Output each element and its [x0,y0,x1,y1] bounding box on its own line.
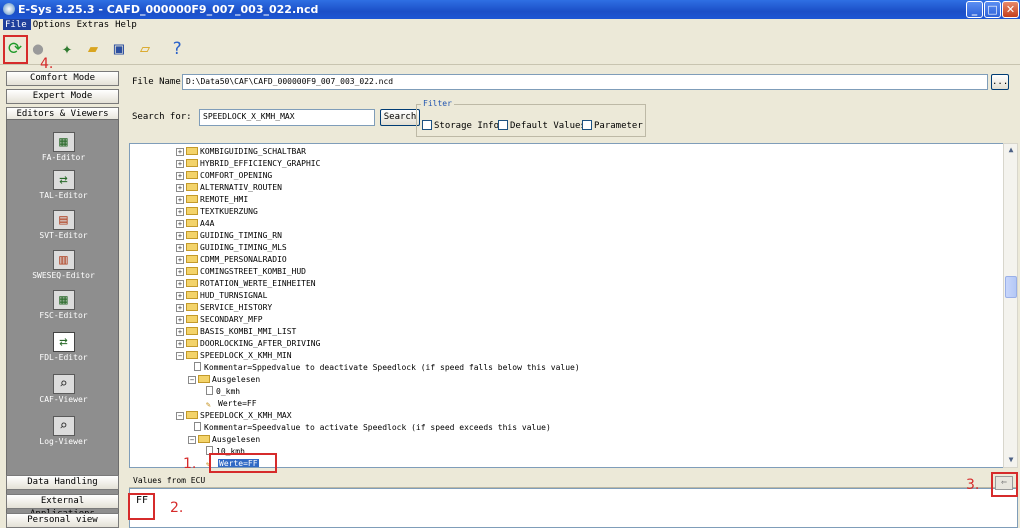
annotation-box-4 [3,35,28,64]
tree-node[interactable]: + SERVICE_HISTORY [176,302,272,314]
pencil-icon: ✎ [206,400,211,409]
scroll-down-icon[interactable]: ▼ [1005,455,1017,467]
document-icon [206,386,213,395]
fa-editor-button[interactable]: ▦ FA-Editor [7,132,120,162]
annotation-label-3: 3. [966,477,980,493]
tree-node[interactable]: + KOMBIGUIDING_SCHALTBAR [176,146,306,158]
file-name-field[interactable]: D:\Data50\CAF\CAFD_000000F9_007_003_022.… [182,74,988,90]
tree-node-speedlock-min[interactable]: − SPEEDLOCK_X_KMH_MIN [176,350,292,362]
flow-icon: ⇄ [52,332,75,352]
browse-button[interactable]: ... [991,74,1009,90]
data-handling-button[interactable]: Data Handling [6,475,119,490]
tree-leaf-value[interactable]: ✎ Werte=FF [206,398,257,410]
open-folder-icon[interactable]: ▰ [82,38,104,60]
tree-node[interactable]: + COMINGSTREET_KOMBI_HUD [176,266,306,278]
toolbar: ⟳ ● ✦ ▰ ▣ ▱ ? [0,33,1020,65]
tal-editor-button[interactable]: ⇄ TAL-Editor [7,170,120,200]
search-label: Search for: [132,112,192,122]
tool-icon[interactable]: ✦ [56,38,78,60]
storage-info-checkbox[interactable]: Storage Info [422,120,499,131]
tree-node[interactable]: + GUIDING_TIMING_MLS [176,242,287,254]
esys-window: E-Sys 3.25.3 - CAFD_000000F9_007_003_022… [0,0,1020,528]
document-icon [194,422,201,431]
values-box[interactable]: FF [129,488,1018,528]
fdl-editor-button[interactable]: ⇄ FDL-Editor [7,332,120,362]
scroll-up-icon[interactable]: ▲ [1005,145,1017,157]
tree-node[interactable]: + ALTERNATIV_ROUTEN [176,182,282,194]
parameter-tree[interactable]: + KOMBIGUIDING_SCHALTBAR + HYBRID_EFFICIEN… [129,143,1004,468]
tree-node-ausgelesen[interactable]: − Ausgelesen [188,434,260,446]
title-bar: E-Sys 3.25.3 - CAFD_000000F9_007_003_022… [0,0,1020,19]
tree-node-speedlock-max[interactable]: − SPEEDLOCK_X_KMH_MAX [176,410,292,422]
tree-node[interactable]: + HYBRID_EFFICIENCY_GRAPHIC [176,158,320,170]
values-panel: Values from ECU FF [129,474,1018,528]
app-icon [3,3,15,15]
magnifier-icon: ⌕ [52,374,75,394]
annotation-label-2: 2. [170,500,184,516]
annotation-label-1: 1. [183,456,197,472]
menu-extras[interactable]: Extras [75,19,114,30]
flow-icon: ⇄ [52,170,75,190]
tree-node[interactable]: + SECONDARY_MFP [176,314,263,326]
tree-node-ausgelesen[interactable]: − Ausgelesen [188,374,260,386]
table-icon: ▤ [52,210,75,230]
tree-node[interactable]: + CDMM_PERSONALRADIO [176,254,287,266]
tree-node[interactable]: + GUIDING_TIMING_RN [176,230,282,242]
document-icon [194,362,201,371]
menu-bar: File Options Extras Help [0,19,1020,33]
scroll-thumb[interactable] [1005,276,1017,298]
save-icon[interactable]: ▣ [108,38,130,60]
tree-leaf-comment[interactable]: Kommentar=Speedvalue to activate Speedlo… [194,422,551,434]
tree-node[interactable]: + HUD_TURNSIGNAL [176,290,267,302]
personal-view-button[interactable]: Personal view [6,513,119,528]
tree-node[interactable]: + COMFORT_OPENING [176,170,272,182]
open-file-icon[interactable]: ▱ [134,38,156,60]
sequence-icon: ▥ [52,250,75,270]
minimize-button[interactable]: _ [966,1,983,18]
filter-group: Filter Storage Info Default Values Param… [416,99,646,137]
search-button[interactable]: Search [380,109,420,126]
tree-node[interactable]: + DOORLOCKING_AFTER_DRIVING [176,338,320,350]
magnifier-icon: ⌕ [52,416,75,436]
caf-viewer-button[interactable]: ⌕ CAF-Viewer [7,374,120,404]
annotation-box-2 [128,493,155,520]
tree-node[interactable]: + TEXTKUERZUNG [176,206,258,218]
log-viewer-button[interactable]: ⌕ Log-Viewer [7,416,120,446]
tree-node[interactable]: + ROTATION_WERTE_EINHEITEN [176,278,316,290]
external-applications-button[interactable]: External Applications [6,494,119,519]
window-title: E-Sys 3.25.3 - CAFD_000000F9_007_003_022… [18,3,319,16]
tree-scrollbar[interactable]: ▲ ▼ [1003,143,1018,468]
menu-file[interactable]: File [3,19,31,30]
menu-options[interactable]: Options [31,19,75,30]
svt-editor-button[interactable]: ▤ SVT-Editor [7,210,120,240]
editors-panel: ▦ FA-Editor ⇄ TAL-Editor ▤ SVT-Editor ▥ SWES… [6,119,119,527]
default-values-checkbox[interactable]: Default Values [498,120,586,131]
left-pane: Comfort Mode Expert Mode Editors & Viewe… [3,67,122,528]
search-input[interactable]: SPEEDLOCK_X_KMH_MAX [199,109,375,126]
annotation-box-1 [209,453,277,473]
help-icon[interactable]: ? [166,38,188,60]
tree-node[interactable]: + REMOTE_HMI [176,194,248,206]
values-header: Values from ECU [129,474,1018,488]
filter-legend: Filter [421,99,454,108]
fsc-editor-button[interactable]: ▦ FSC-Editor [7,290,120,320]
annotation-box-3 [991,472,1018,497]
tree-leaf-comment[interactable]: Kommentar=Sppedvalue to deactivate Speed… [194,362,580,374]
tree-node[interactable]: + BASIS_KOMBI_MMI_LIST [176,326,296,338]
tree-node[interactable]: + A4A [176,218,214,230]
tree-leaf-unit[interactable]: 0_kmh [206,386,240,398]
expert-mode-button[interactable]: Expert Mode [6,89,119,104]
close-button[interactable]: ✕ [1002,1,1019,18]
main-panel: File Name: D:\Data50\CAF\CAFD_000000F9_0… [126,67,1020,528]
menu-help[interactable]: Help [113,19,141,30]
comfort-mode-button[interactable]: Comfort Mode [6,71,119,86]
grid-icon: ▦ [52,132,75,152]
file-name-label: File Name: [132,77,187,87]
grid-icon: ▦ [52,290,75,310]
parameter-checkbox[interactable]: Parameter [582,120,643,131]
maximize-button[interactable]: □ [984,1,1001,18]
sweseq-editor-button[interactable]: ▥ SWESEQ-Editor [7,250,120,280]
